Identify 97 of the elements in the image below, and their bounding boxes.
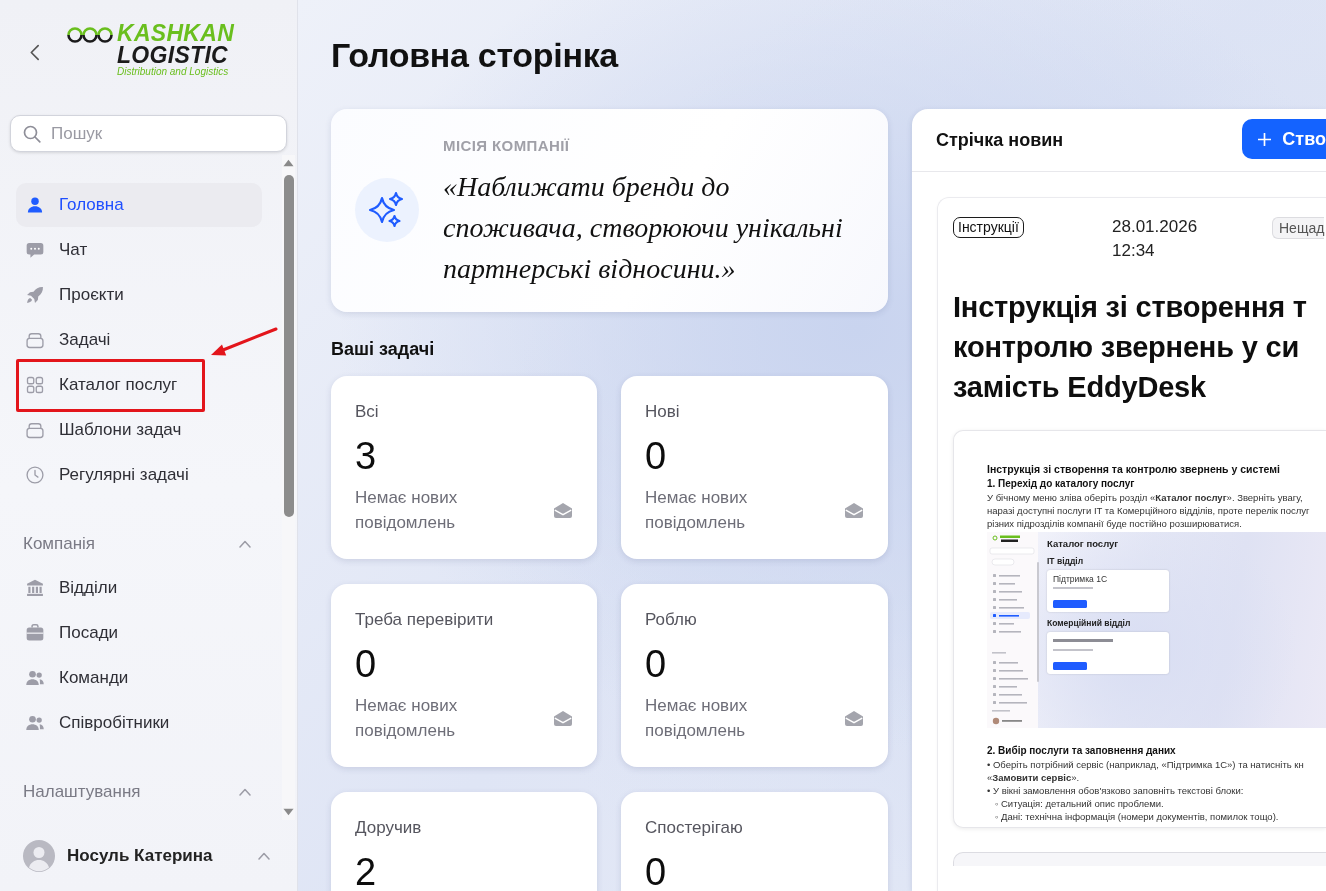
- task-label: Треба перевірити: [355, 609, 495, 631]
- envelope-icon: [553, 502, 573, 518]
- chevron-up-icon: [239, 787, 251, 796]
- document-heading: 2. Вибір послуги та заповнення даних: [987, 744, 1177, 758]
- clock-icon: [25, 465, 45, 485]
- scrollbar-thumb[interactable]: [283, 175, 294, 517]
- chevron-up-icon: [239, 539, 251, 548]
- order-button-drawing: [1053, 600, 1087, 608]
- service-title: Підтримка 1С: [1053, 574, 1108, 584]
- scrollbar[interactable]: [282, 155, 295, 820]
- task-note: Немає нових повідомлень: [355, 695, 459, 742]
- document-heading: 1. Перехід до каталогу послуг: [987, 477, 1136, 491]
- logo-title: KASHKAN: [117, 22, 235, 44]
- task-count: 0: [355, 642, 378, 686]
- nav-item[interactable]: Регулярні задачі: [16, 453, 262, 497]
- screenshot-title: Каталог послуг: [1047, 538, 1120, 550]
- people-icon: [25, 668, 45, 688]
- annotation-arrow: [210, 326, 278, 358]
- screenshot-section-title: IT відділ: [1047, 556, 1085, 567]
- envelope-icon: [844, 502, 864, 518]
- sub-bullet-item: ◦ Ситуація: детальний опис проблеми.: [994, 797, 1165, 810]
- logo-subtitle: LOGISTIC: [117, 44, 229, 66]
- task-card[interactable]: Треба перевірити 0 Немає нових повідомлень: [331, 584, 597, 767]
- task-card[interactable]: Нові 0 Немає нових повідомлень: [621, 376, 888, 559]
- task-card[interactable]: Всі 3 Немає нових повідомлень: [331, 376, 597, 559]
- screenshot-section-title: Комерційний відділ: [1047, 618, 1132, 629]
- nav-item[interactable]: Шаблони задач: [16, 408, 262, 452]
- task-card[interactable]: Доручив 2: [331, 792, 597, 891]
- nav-item[interactable]: Проєкти: [16, 273, 262, 317]
- grid-icon: [25, 375, 45, 395]
- section-header[interactable]: Компанія: [16, 521, 262, 566]
- scroll-down-arrow-icon[interactable]: [283, 808, 294, 816]
- chat-bubble-icon: [25, 240, 45, 260]
- people-icon: [25, 713, 45, 733]
- bullet-item: • У вікні замовлення обов'язково заповніть текстові блоки:: [987, 784, 1245, 797]
- chevron-left-icon: [28, 43, 40, 61]
- sparkles-icon: [355, 178, 419, 242]
- logo-rings-icon: [67, 26, 113, 44]
- task-label: Спостерігаю: [645, 817, 744, 839]
- mission-label: МІСІЯ КОМПАНІЇ: [443, 136, 571, 156]
- tray-icon: [25, 420, 45, 440]
- task-label: Нові: [645, 401, 681, 423]
- person-icon: [25, 195, 45, 215]
- user-menu[interactable]: Носуль Катерина: [0, 820, 297, 891]
- bank-building-icon: [25, 578, 45, 598]
- document-paragraph: У бічному меню зліва оберіть розділ «Каталог послуг». Зверніть увагу, наразі доступні послуги IT та Комерційного відділів, проте перелік послуг різних підрозділів компанії буде постійно розширюватися.: [987, 491, 1311, 530]
- task-label: Роблю: [645, 609, 698, 631]
- plus-icon: [1258, 132, 1272, 146]
- text-line-drawing: [1053, 587, 1093, 589]
- chevron-up-icon: [258, 851, 270, 860]
- post-headline: Інструкція зі створення т контролю звернень у си замість EddyDesk: [953, 290, 1308, 405]
- sub-bullet-item: ◦ Дані: технічна інформація (номери документів, помилок тощо).: [994, 810, 1280, 823]
- post-time: 12:34: [1112, 240, 1156, 262]
- mission-quote: «Наближати бренди до споживача, створюючи унікальні партнерські відносини.»: [443, 170, 844, 286]
- task-count: 3: [355, 434, 378, 478]
- logo-tagline: Distribution and Logistics: [117, 66, 230, 78]
- nav-item[interactable]: Відділи: [16, 566, 262, 610]
- task-label: Доручив: [355, 817, 423, 839]
- search-field[interactable]: Пошук: [10, 115, 287, 152]
- envelope-icon: [844, 710, 864, 726]
- category-tag: Інструкції: [953, 217, 1024, 238]
- nav-item[interactable]: Співробітники: [16, 701, 262, 745]
- page-title: Головна сторінка: [331, 35, 620, 75]
- tray-icon: [25, 330, 45, 350]
- order-button-drawing: [1053, 662, 1087, 670]
- text-line-drawing: [1053, 639, 1113, 643]
- task-count: 0: [645, 850, 668, 891]
- nav-item[interactable]: Задачі: [16, 318, 262, 362]
- task-card[interactable]: Роблю 0 Немає нових повідомлень: [621, 584, 888, 767]
- text-line-drawing: [1053, 649, 1093, 651]
- briefcase-icon: [25, 623, 45, 643]
- nav-item[interactable]: Команди: [16, 656, 262, 700]
- panel-title: Стрічка новин: [936, 129, 1064, 151]
- nav-item[interactable]: Каталог послуг: [16, 363, 262, 407]
- rocket-icon: [25, 285, 45, 305]
- task-note: Немає нових повідомлень: [645, 487, 749, 534]
- section-header[interactable]: Налаштування: [16, 769, 262, 814]
- search-icon: [23, 125, 41, 143]
- envelope-icon: [553, 710, 573, 726]
- nav-item[interactable]: Головна: [16, 183, 262, 227]
- status-badge: Нещад: [1272, 217, 1325, 239]
- task-count: 0: [645, 434, 668, 478]
- create-button[interactable]: Ство: [1242, 119, 1326, 159]
- avatar: [23, 839, 55, 872]
- document-title: Інструкція зі створення та контролю звернень у системі: [987, 462, 1281, 476]
- post-date: 28.01.2026: [1112, 216, 1199, 238]
- task-note: Немає нових повідомлень: [645, 695, 749, 742]
- task-label: Всі: [355, 401, 380, 423]
- nav-item[interactable]: Посади: [16, 611, 262, 655]
- section-title: Ваші задачі: [331, 338, 436, 360]
- task-card[interactable]: Спостерігаю 0: [621, 792, 888, 891]
- task-note: Немає нових повідомлень: [355, 487, 459, 534]
- scroll-up-arrow-icon[interactable]: [283, 159, 294, 167]
- bullet-item: • Оберіть потрібний сервіс (наприклад, «Підтримка 1С») та натисніть кн «Замовити сервіс».: [987, 758, 1305, 784]
- nav-item[interactable]: Чат: [16, 228, 262, 272]
- task-count: 2: [355, 850, 378, 891]
- task-count: 0: [645, 642, 668, 686]
